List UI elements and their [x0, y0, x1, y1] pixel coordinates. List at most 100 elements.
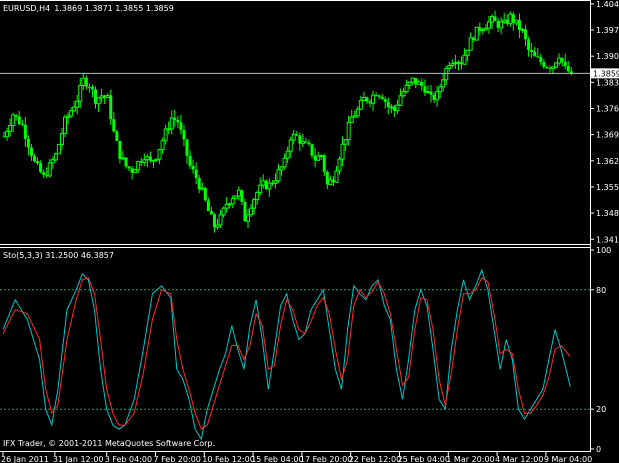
candle — [569, 66, 573, 76]
candle-body-up — [343, 139, 348, 145]
stochastic-series — [2, 268, 571, 441]
candle-body-up — [453, 62, 458, 65]
candle-body-up — [221, 207, 226, 216]
candle — [185, 138, 189, 164]
candle — [304, 137, 308, 144]
candle-body-up — [483, 27, 488, 31]
candle-body-down — [533, 51, 537, 57]
candle — [17, 110, 21, 126]
time-tick-label: 31 Jan 12:00 — [53, 455, 104, 463]
price-tick-label: 1.3835 — [596, 78, 619, 87]
candle-body-up — [334, 170, 339, 183]
candle-body-up — [236, 189, 241, 197]
candle — [465, 49, 470, 62]
candle-body-down — [109, 95, 113, 120]
candle — [416, 79, 421, 85]
candle — [325, 170, 329, 190]
chart-canvas[interactable]: 1.4045 1.3975 1.3905 1.3835 1.3765 1.3695 1.36… — [0, 0, 619, 463]
candle-body-up — [404, 84, 409, 93]
candle — [563, 53, 567, 70]
candle-body-up — [441, 79, 446, 88]
candle-body-up — [349, 116, 354, 124]
price-tick-label: 1.4045 — [596, 0, 619, 9]
ohlc-values: 1.3869 1.3871 1.3855 1.3859 — [54, 4, 174, 13]
candle-body-up — [557, 57, 562, 64]
candle — [502, 12, 507, 24]
time-tick-label: 22 Feb 12:00 — [349, 455, 401, 463]
candle — [176, 115, 180, 129]
candle — [109, 89, 113, 125]
candle-body-down — [386, 101, 390, 107]
candle-body-down — [566, 66, 570, 72]
candle — [566, 60, 570, 73]
candle — [203, 186, 207, 202]
candle — [493, 10, 497, 22]
price-tick-label: 1.3625 — [596, 157, 619, 166]
candle-body-up — [337, 158, 342, 172]
candle-body-up — [358, 100, 363, 110]
candle-body-up — [291, 133, 296, 141]
candle-body-up — [276, 169, 281, 182]
candle-body-down — [493, 16, 497, 22]
candle-body-up — [456, 61, 461, 64]
candle-body-up — [554, 62, 559, 68]
candle-body-up — [53, 153, 58, 161]
candle-body-down — [203, 187, 207, 201]
candle-body-up — [252, 199, 257, 209]
candle — [258, 177, 263, 196]
candle-body-up — [5, 130, 10, 138]
candle — [425, 85, 430, 94]
candle-body-up — [136, 161, 141, 171]
candle — [240, 189, 244, 206]
candle — [157, 149, 162, 165]
candle — [188, 150, 192, 170]
candle-body-down — [536, 56, 540, 58]
candle — [514, 19, 519, 26]
candle-body-down — [429, 91, 433, 95]
candle — [42, 169, 46, 178]
candle — [533, 47, 537, 57]
candle-body-up — [468, 37, 473, 51]
time-tick-label: 17 Feb 20:00 — [300, 455, 352, 463]
candle-body-down — [173, 117, 177, 121]
candle-body-down — [331, 179, 335, 183]
candle-body-up — [105, 94, 110, 99]
candle — [374, 92, 378, 97]
candle — [20, 120, 24, 127]
candle — [115, 129, 119, 142]
current-price-label: 1.3859 — [593, 69, 619, 78]
candlestick-series — [2, 10, 573, 233]
candle-body-down — [112, 119, 116, 132]
candle — [420, 78, 424, 91]
candle-body-up — [435, 91, 440, 101]
candle-body-up — [474, 26, 479, 41]
candle-body-up — [157, 149, 162, 160]
candle-body-up — [69, 110, 74, 117]
candle-body-up — [282, 157, 287, 168]
candle-body-up — [389, 106, 394, 109]
candle-body-up — [96, 97, 101, 105]
candle — [468, 32, 473, 51]
candle — [267, 178, 272, 197]
price-axis: 1.4045 1.3975 1.3905 1.3835 1.3765 1.3695 1.36… — [590, 0, 619, 244]
candle-body-up — [163, 128, 168, 142]
candle — [194, 162, 198, 185]
candle-body-down — [524, 29, 528, 40]
time-tick-label: 1 Mar 20:00 — [446, 455, 494, 463]
symbol-label: EURUSD,H4 — [3, 4, 50, 13]
candle-body-up — [59, 133, 64, 145]
candle — [456, 60, 461, 71]
candle — [322, 153, 326, 177]
candle-body-up — [249, 207, 254, 216]
candle-body-down — [374, 95, 378, 97]
candle-body-up — [395, 104, 400, 112]
candle-body-down — [432, 94, 436, 100]
candle-body-down — [20, 124, 24, 126]
candle-body-down — [322, 155, 326, 172]
candle-body-down — [191, 165, 195, 170]
candle — [517, 13, 521, 38]
candle-body-down — [185, 139, 189, 156]
candle — [295, 131, 299, 137]
chart-window[interactable]: 1.4045 1.3975 1.3905 1.3835 1.3765 1.3695 1.36… — [0, 0, 619, 463]
candle-body-up — [401, 91, 406, 97]
